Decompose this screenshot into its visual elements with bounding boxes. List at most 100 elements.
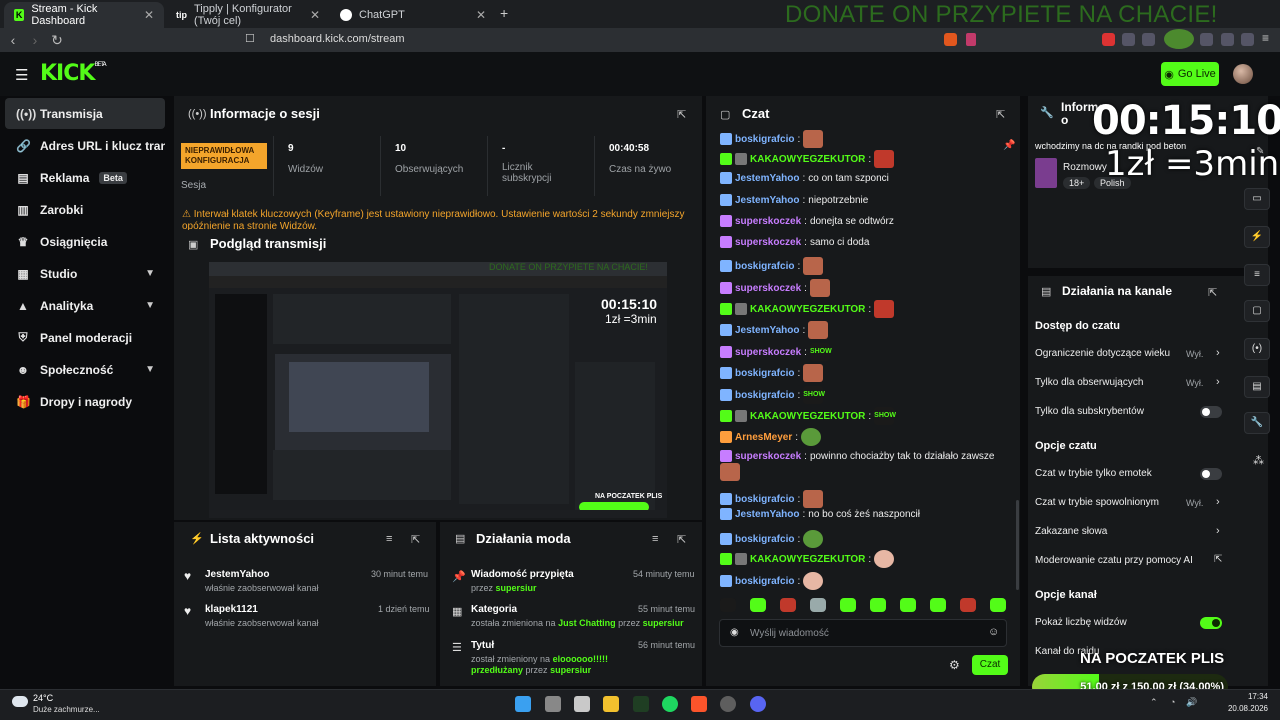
expand-icon[interactable]: ⇱ — [996, 108, 1005, 121]
app-icon[interactable] — [633, 696, 649, 712]
chat-scrollbar[interactable] — [1016, 500, 1019, 590]
rail-more-icon[interactable]: ⁂ — [1253, 454, 1264, 467]
chat-username[interactable]: boskigrafcio — [735, 534, 794, 545]
chat-input[interactable]: ◉ Wyślij wiadomość ☺ — [719, 619, 1007, 647]
close-tab-icon[interactable]: ✕ — [310, 8, 320, 22]
external-link-icon[interactable]: ⇱ — [1214, 554, 1222, 565]
mod-action-user[interactable]: supersiur — [643, 618, 684, 628]
mod-action-category[interactable]: Just Chatting — [558, 618, 616, 628]
new-tab-button[interactable]: + — [500, 5, 508, 21]
kick-logo[interactable]: KICKBETA — [40, 61, 107, 86]
forward-icon[interactable]: › — [24, 32, 46, 48]
close-tab-icon[interactable]: ✕ — [144, 8, 154, 22]
chat-username[interactable]: KAKAOWYEGZEKUTOR — [750, 411, 865, 422]
sidebar-item-spolecznosc[interactable]: ☻ Społeczność ▼ — [5, 354, 165, 385]
filter-icon[interactable]: ≡ — [386, 533, 392, 545]
volume-icon[interactable]: 🔊 — [1186, 697, 1197, 708]
rail-broadcast-icon[interactable]: (•) — [1244, 338, 1270, 360]
windows-start-icon[interactable] — [515, 696, 531, 712]
option-toggle[interactable] — [1200, 617, 1222, 629]
spotify-icon[interactable] — [662, 696, 678, 712]
notepad-icon[interactable] — [574, 696, 590, 712]
chat-username[interactable]: superskoczek — [735, 347, 801, 358]
task-view-icon[interactable] — [545, 696, 561, 712]
chat-username[interactable]: KAKAOWYEGZEKUTOR — [750, 304, 865, 315]
chat-username[interactable]: JestemYahoo — [735, 509, 799, 520]
channel-option-label[interactable]: Zakazane słowa — [1035, 526, 1205, 537]
channel-option-label[interactable]: Ograniczenie dotyczące wieku — [1035, 348, 1175, 359]
sidebar-item-osiagniecia[interactable]: ♛ Osiągnięcia — [5, 226, 165, 257]
emote-picker-icon[interactable] — [750, 598, 766, 612]
tab-kick-dashboard[interactable]: K Stream - Kick Dashboard ✕ — [4, 2, 164, 28]
emote-picker-icon[interactable] — [810, 598, 826, 612]
emote-picker-icon[interactable] — [870, 598, 886, 612]
emote-picker-icon[interactable] — [960, 598, 976, 612]
option-toggle[interactable] — [1200, 468, 1222, 480]
discord-icon[interactable] — [750, 696, 766, 712]
pin-icon[interactable]: 📌 — [1003, 140, 1015, 151]
avatar[interactable] — [1233, 64, 1253, 84]
sidebar-item-zarobki[interactable]: ▥ Zarobki — [5, 194, 165, 225]
brave-shield-icon[interactable] — [944, 33, 957, 46]
channel-option-label[interactable]: Pokaż liczbę widzów — [1035, 617, 1205, 628]
sidebar-toggle-icon[interactable] — [1200, 33, 1213, 46]
chevron-right-icon[interactable]: › — [1216, 525, 1220, 537]
obs-icon[interactable] — [720, 696, 736, 712]
mod-action-user[interactable]: supersiur — [496, 583, 537, 593]
rail-chat-icon[interactable]: ▭ — [1244, 188, 1270, 210]
chat-username[interactable]: boskigrafcio — [735, 368, 794, 379]
chat-username[interactable]: JestemYahoo — [735, 325, 799, 336]
sidebar-item-reklama[interactable]: ▤ Reklama Beta — [5, 162, 165, 193]
rail-stack-icon[interactable]: ▤ — [1244, 376, 1270, 398]
settings-gear-icon[interactable]: ⚙ — [949, 658, 960, 672]
mod-action-user[interactable]: supersiur — [550, 665, 591, 675]
category-name[interactable]: Rozmowy — [1063, 162, 1107, 173]
send-chat-button[interactable]: Czat — [972, 655, 1008, 675]
bookmark-icon[interactable]: ☐ — [245, 32, 255, 45]
option-toggle[interactable] — [1200, 406, 1222, 418]
chat-username[interactable]: boskigrafcio — [735, 134, 794, 145]
tab-tipply[interactable]: tip Tipply | Konfigurator (Twój cel) ✕ — [166, 2, 330, 28]
channel-option-label[interactable]: Tylko dla subskrybentów — [1035, 406, 1205, 417]
chat-username[interactable]: superskoczek — [735, 451, 801, 462]
emote-picker-icon[interactable] — [900, 598, 916, 612]
chevron-right-icon[interactable]: › — [1216, 347, 1220, 359]
chat-username[interactable]: ArnesMeyer — [735, 432, 792, 443]
expand-icon[interactable]: ⇱ — [677, 108, 686, 121]
chat-username[interactable]: superskoczek — [735, 237, 801, 248]
chevron-right-icon[interactable]: › — [1216, 496, 1220, 508]
expand-icon[interactable]: ⇱ — [411, 533, 420, 546]
tag-badge[interactable]: 18+ — [1063, 177, 1091, 189]
filter-icon[interactable]: ≡ — [652, 533, 658, 545]
clock-date[interactable]: 20.08.2026 — [1218, 704, 1268, 713]
clock-time[interactable]: 17:34 — [1218, 692, 1268, 701]
channel-option-label[interactable]: Moderowanie czatu przy pomocy AI — [1035, 555, 1205, 566]
extension-icon[interactable] — [1102, 33, 1115, 46]
chat-username[interactable]: boskigrafcio — [735, 390, 794, 401]
emote-picker-icon[interactable] — [720, 598, 736, 612]
downloads-icon[interactable] — [1142, 33, 1155, 46]
menu-icon[interactable]: ≡ — [1262, 31, 1275, 45]
chevron-right-icon[interactable]: › — [1216, 376, 1220, 388]
emote-picker-icon[interactable] — [840, 598, 856, 612]
close-tab-icon[interactable]: ✕ — [476, 8, 486, 22]
rail-wrench-icon[interactable]: 🔧 — [1244, 412, 1270, 434]
sidebar-item-analityka[interactable]: ▲ Analityka ▼ — [5, 290, 165, 321]
channel-option-label[interactable]: Tylko dla obserwujących — [1035, 377, 1175, 388]
rail-message-icon[interactable]: ▢ — [1244, 300, 1270, 322]
chat-username[interactable]: boskigrafcio — [735, 576, 794, 587]
brave-icon[interactable] — [691, 696, 707, 712]
reload-icon[interactable]: ↻ — [46, 32, 68, 49]
wallet-icon[interactable] — [1221, 33, 1234, 46]
chat-username[interactable]: superskoczek — [735, 216, 801, 227]
tab-chatgpt[interactable]: ChatGPT ✕ — [330, 2, 496, 28]
rail-bolt-icon[interactable]: ⚡ — [1244, 226, 1270, 248]
hamburger-menu-icon[interactable]: ☰ — [15, 66, 28, 84]
brave-rewards-icon[interactable] — [966, 33, 976, 46]
tray-chevron-icon[interactable]: ⌃ — [1150, 697, 1158, 708]
expand-icon[interactable]: ⇱ — [1208, 286, 1217, 299]
channel-option-label[interactable]: Czat w trybie spowolnionym — [1035, 497, 1175, 508]
chat-username[interactable]: superskoczek — [735, 283, 801, 294]
file-explorer-icon[interactable] — [603, 696, 619, 712]
extensions-puzzle-icon[interactable] — [1122, 33, 1135, 46]
